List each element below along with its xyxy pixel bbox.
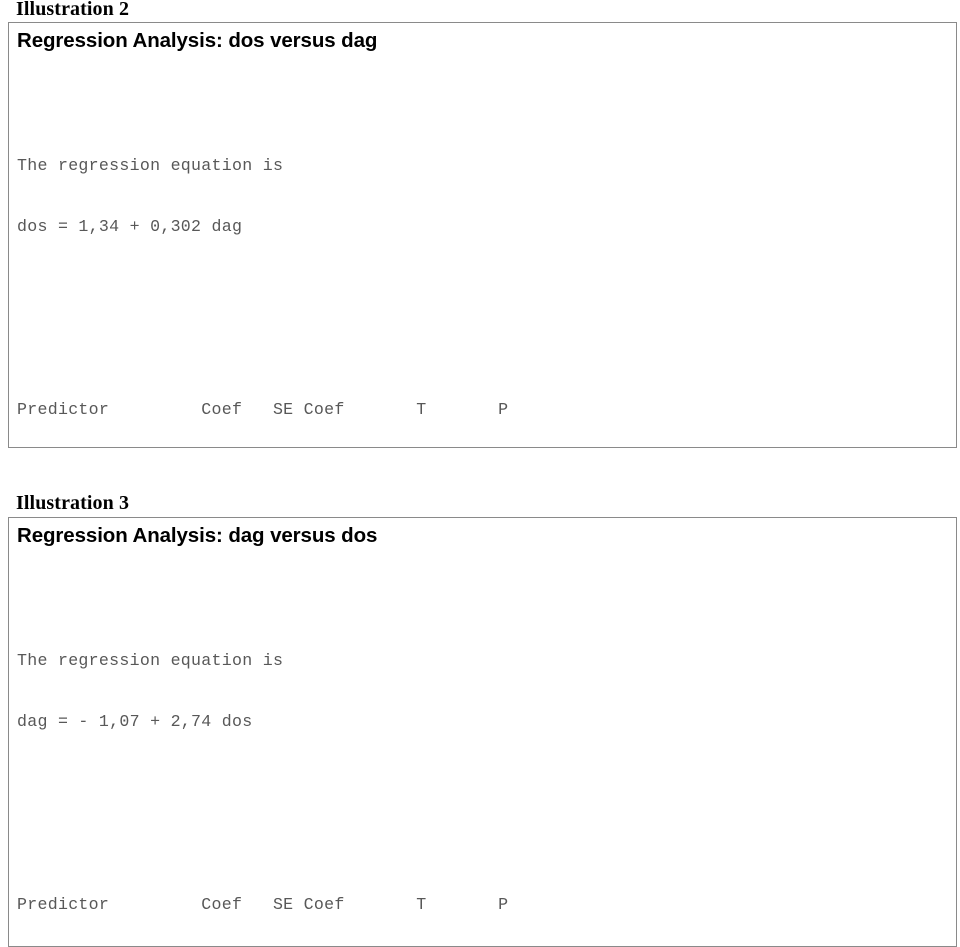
illustration-caption-2: Illustration 2 <box>16 0 130 20</box>
regression-title-2: Regression Analysis: dos versus dag <box>17 29 378 52</box>
illustration-caption-3: Illustration 3 <box>16 492 130 514</box>
panel-content-3: Regression Analysis: dag versus dos The … <box>9 518 956 946</box>
coef-table-header-2: Predictor Coef SE Coef T P <box>17 400 509 420</box>
equation-intro-2: The regression equation is <box>17 156 284 176</box>
regression-equation-2: dos = 1,34 + 0,302 dag <box>17 217 243 237</box>
document-page: Illustration 2 Regression Analysis: dos … <box>0 0 960 947</box>
mono-output-2: The regression equation is dos = 1,34 + … <box>17 55 956 447</box>
panel-content-2: Regression Analysis: dos versus dag The … <box>9 23 956 447</box>
regression-output-panel-3: Regression Analysis: dag versus dos The … <box>8 517 957 947</box>
regression-output-panel-2: Regression Analysis: dos versus dag The … <box>8 22 957 448</box>
equation-intro-3: The regression equation is <box>17 651 284 671</box>
coef-table-header-3: Predictor Coef SE Coef T P <box>17 895 509 915</box>
mono-output-3: The regression equation is dag = - 1,07 … <box>17 550 956 946</box>
regression-equation-3: dag = - 1,07 + 2,74 dos <box>17 712 253 732</box>
regression-title-3: Regression Analysis: dag versus dos <box>17 524 378 547</box>
